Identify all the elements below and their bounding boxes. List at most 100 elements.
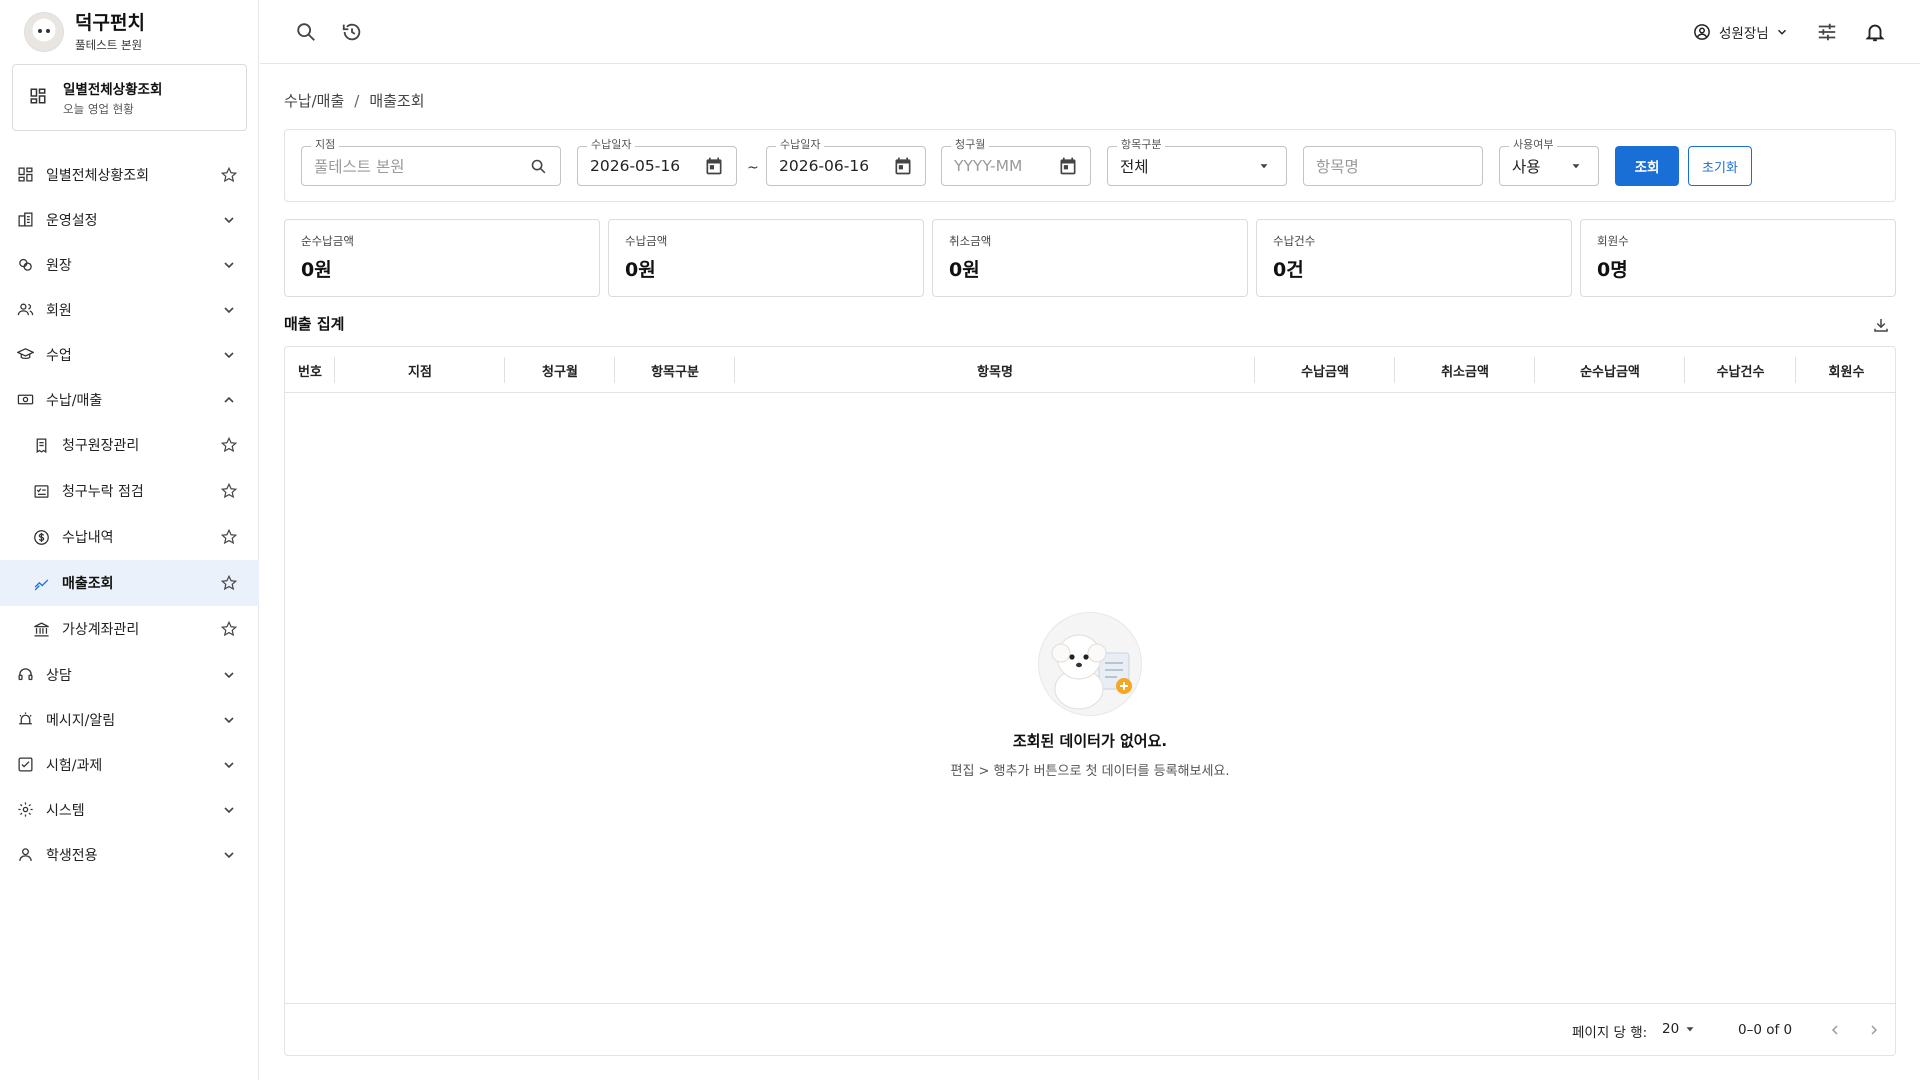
chevron-down-icon[interactable]	[219, 710, 239, 730]
column-header-member-count[interactable]: 회원수	[1796, 347, 1897, 393]
column-header-billing-month[interactable]: 청구월	[505, 347, 615, 393]
sidebar-item-6[interactable]: 청구원장관리	[0, 422, 259, 468]
tune-icon[interactable]	[1815, 20, 1839, 44]
sidebar-item-2[interactable]: 원장	[0, 242, 259, 287]
column-header-item-type[interactable]: 항목구분	[615, 347, 735, 393]
sidebar-item-9[interactable]: 매출조회	[0, 560, 259, 606]
billing-month-placeholder: YYYY-MM	[954, 157, 1023, 175]
graduation-icon	[16, 346, 34, 364]
dashboard-icon	[16, 166, 34, 184]
today-status-card[interactable]: 일별전체상황조회 오늘 영업 현황	[12, 64, 247, 131]
alarm-icon	[16, 711, 34, 729]
item-type-select[interactable]: 항목구분 전체	[1107, 138, 1287, 186]
chevron-down-icon[interactable]	[219, 800, 239, 820]
calendar-icon[interactable]	[704, 156, 724, 176]
sidebar-item-11[interactable]: 상담	[0, 652, 259, 697]
star-icon[interactable]	[219, 481, 239, 501]
sidebar-item-12[interactable]: 메시지/알림	[0, 697, 259, 742]
date-from-value: 2026-05-16	[590, 157, 681, 175]
calendar-icon[interactable]	[893, 156, 913, 176]
breadcrumb-parent[interactable]: 수납/매출	[284, 92, 344, 110]
sidebar-item-label: 시스템	[46, 802, 85, 819]
column-header-number[interactable]: 번호	[285, 347, 335, 393]
column-header-paid-amount[interactable]: 수납금액	[1255, 347, 1395, 393]
brand-name: 덕구펀치	[75, 11, 145, 34]
sidebar-item-7[interactable]: 청구누락 점검	[0, 468, 259, 514]
dropdown-arrow-icon	[1686, 1027, 1694, 1032]
search-icon[interactable]	[294, 20, 318, 44]
column-header-net-amount[interactable]: 순수납금액	[1535, 347, 1685, 393]
search-icon[interactable]	[528, 156, 548, 176]
star-icon[interactable]	[219, 165, 239, 185]
table-pagination: 페이지 당 행: 20 0–0 of 0	[285, 1003, 1895, 1055]
chevron-left-icon[interactable]	[1824, 1019, 1846, 1041]
stat-value: 0명	[1597, 259, 1628, 281]
history-icon[interactable]	[340, 20, 364, 44]
chart-icon	[32, 574, 50, 592]
star-icon[interactable]	[219, 527, 239, 547]
reset-button[interactable]: 초기화	[1688, 146, 1752, 186]
sales-summary-table: 번호 지점 청구월 항목구분 항목명 수납금액 취소금액 순수납금액 수납건수 …	[284, 346, 1896, 1056]
chevron-down-icon[interactable]	[219, 665, 239, 685]
sidebar-item-1[interactable]: 운영설정	[0, 197, 259, 242]
brand-logo	[24, 12, 64, 52]
usage-select[interactable]: 사용여부 사용	[1499, 138, 1599, 186]
chevron-down-icon[interactable]	[219, 755, 239, 775]
sidebar-item-0[interactable]: 일별전체상황조회	[0, 152, 259, 197]
sidebar-item-label: 가상계좌관리	[62, 622, 140, 638]
breadcrumb-separator: /	[354, 92, 360, 110]
sidebar-item-10[interactable]: 가상계좌관리	[0, 606, 259, 652]
item-type-label: 항목구분	[1117, 138, 1166, 152]
usage-label: 사용여부	[1509, 138, 1558, 152]
search-button[interactable]: 조회	[1615, 146, 1679, 186]
rows-per-page-select[interactable]: 20	[1662, 1021, 1697, 1037]
sidebar-item-13[interactable]: 시험/과제	[0, 742, 259, 787]
sidebar-item-label: 시험/과제	[46, 757, 103, 774]
stat-card-member-count: 회원수 0명	[1580, 219, 1896, 297]
date-to-value: 2026-06-16	[779, 157, 870, 175]
sidebar-item-4[interactable]: 수업	[0, 332, 259, 377]
chevron-down-icon[interactable]	[219, 345, 239, 365]
date-range-tilde: ~	[747, 160, 759, 176]
sidebar-item-8[interactable]: 수납내역	[0, 514, 259, 560]
sidebar-item-14[interactable]: 시스템	[0, 787, 259, 832]
download-icon[interactable]	[1870, 314, 1892, 336]
chevron-right-icon[interactable]	[1863, 1019, 1885, 1041]
chevron-down-icon[interactable]	[219, 255, 239, 275]
billing-month-field[interactable]: 청구월 YYYY-MM	[941, 138, 1091, 186]
section-title: 매출 집계	[284, 315, 345, 333]
sidebar-item-label: 회원	[46, 302, 72, 319]
column-header-branch[interactable]: 지점	[335, 347, 505, 393]
bell-icon[interactable]	[1863, 20, 1887, 44]
calendar-icon[interactable]	[1058, 156, 1078, 176]
chevron-down-icon[interactable]	[219, 300, 239, 320]
brand-branch: 풀테스트 본원	[75, 37, 143, 52]
column-header-cancel-amount[interactable]: 취소금액	[1395, 347, 1535, 393]
usage-value: 사용	[1512, 158, 1541, 176]
item-name-input[interactable]: 항목명	[1303, 146, 1483, 186]
column-header-item-name[interactable]: 항목명	[735, 347, 1255, 393]
branch-field[interactable]: 지점 풀테스트 본원	[301, 138, 561, 186]
chevron-up-icon[interactable]	[219, 390, 239, 410]
sidebar-item-15[interactable]: 학생전용	[0, 832, 259, 877]
date-to-field[interactable]: 수납일자 2026-06-16	[766, 138, 926, 186]
branch-field-label: 지점	[311, 138, 340, 152]
topbar: 성원장님	[260, 0, 1920, 64]
sidebar-item-5[interactable]: 수납/매출	[0, 377, 259, 422]
empty-mascot-illustration	[1038, 612, 1142, 716]
sidebar-item-3[interactable]: 회원	[0, 287, 259, 332]
item-type-value: 전체	[1120, 158, 1149, 176]
brand[interactable]: 덕구펀치 풀테스트 본원	[24, 12, 145, 52]
sidebar-item-label: 수납/매출	[46, 392, 103, 409]
date-from-field[interactable]: 수납일자 2026-05-16	[577, 138, 737, 186]
star-icon[interactable]	[219, 573, 239, 593]
stat-card-paid-amount: 수납금액 0원	[608, 219, 924, 297]
user-menu[interactable]: 성원장님	[1693, 20, 1789, 44]
rows-per-page-value: 20	[1662, 1021, 1680, 1037]
chevron-down-icon[interactable]	[219, 210, 239, 230]
star-icon[interactable]	[219, 619, 239, 639]
filter-bar: 지점 풀테스트 본원 수납일자 2026-05-16 ~ 수납일자 2026-0…	[284, 129, 1896, 202]
column-header-payment-count[interactable]: 수납건수	[1685, 347, 1796, 393]
star-icon[interactable]	[219, 435, 239, 455]
chevron-down-icon[interactable]	[219, 845, 239, 865]
